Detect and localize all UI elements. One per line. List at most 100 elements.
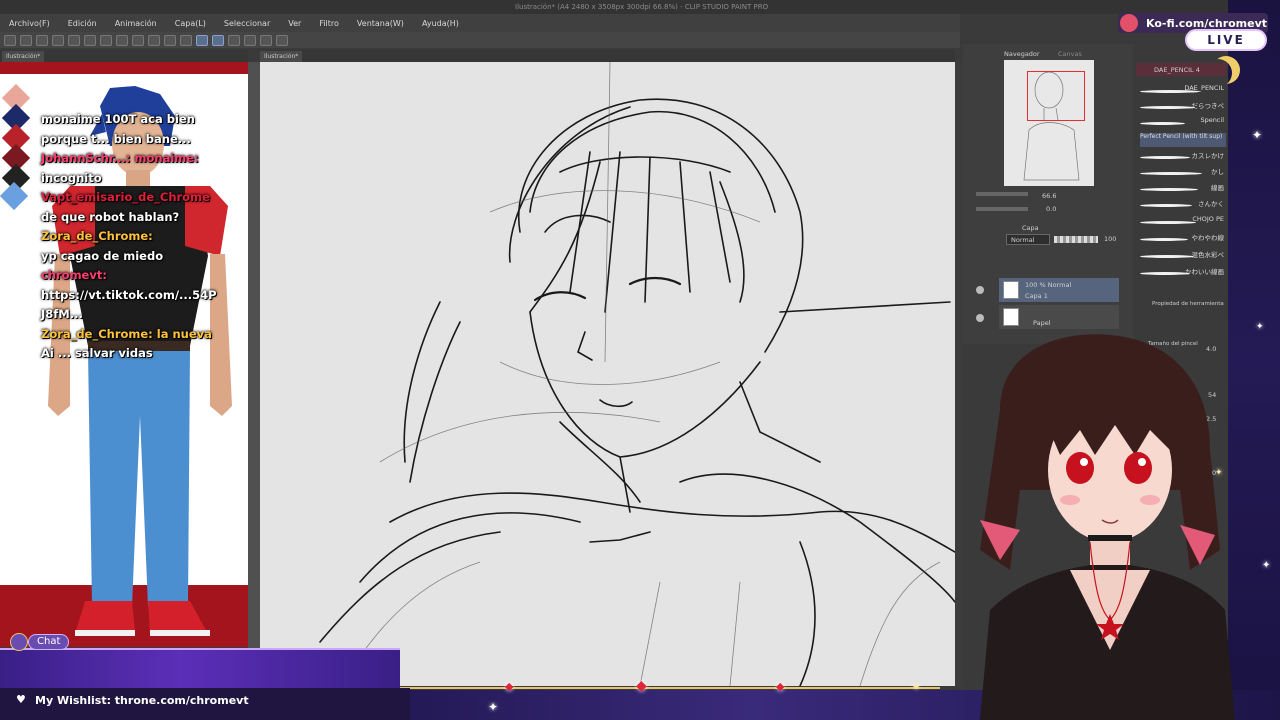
layer-panel-tab[interactable]: Capa [1022,224,1039,232]
brush-name: Spencil [1200,116,1224,124]
brush-name: 線画 [1211,184,1224,192]
chat-badge-label: Chat [37,636,61,647]
brush-item[interactable]: 線画 [1140,182,1226,196]
star-decoration: ✦ [1262,560,1271,571]
clear-icon[interactable] [180,34,192,46]
brush-name: Perfect Pencil (with tilt sup) [1140,133,1223,140]
brush-preview [1140,204,1192,207]
brush-item[interactable]: CHOJO PE [1140,215,1226,229]
brush-item[interactable]: Spencil [1140,116,1226,130]
chat-badge[interactable]: Chat [28,634,70,650]
vtuber-avatar [980,334,1235,720]
menu-animacion[interactable]: Animación [106,19,166,28]
invert-selection-icon[interactable] [164,34,176,46]
brush-preview [1140,122,1185,125]
undo-icon[interactable] [52,34,64,46]
brush-item[interactable]: さんかく [1140,198,1226,212]
canvas-tab[interactable]: Canvas [1058,50,1082,58]
zoom-slider[interactable] [976,192,1028,196]
brush-preview [1140,221,1196,224]
ruler-icon[interactable] [260,34,272,46]
brush-preview [1140,106,1195,109]
menu-ver[interactable]: Ver [279,19,310,28]
chat-line: yp cagao de miedo [41,248,164,263]
brush-item[interactable]: かわいい線画 [1140,266,1226,280]
layer-row-capa1[interactable]: 100 % Normal Capa 1 [999,278,1119,302]
save-icon[interactable] [36,34,48,46]
gift-icon: ♥ [16,693,26,706]
live-label: LIVE [1207,33,1245,47]
open-file-icon[interactable] [20,34,32,46]
gem-decoration: ◆ [636,678,647,694]
canvas-gutter [248,62,260,686]
menu-filtro[interactable]: Filtro [310,19,348,28]
pen-tool-icon[interactable] [196,34,208,46]
chat-line: JohannSchr...: monaime: [41,151,199,165]
kofi-cup-icon [1120,14,1138,32]
brush-preview [1140,172,1202,175]
navigator-view-box[interactable] [1027,71,1085,121]
layer-mode-label: 100 % Normal [1025,281,1072,289]
fill-icon[interactable] [100,34,112,46]
chat-line: Zora_de_Chrome: [41,229,153,243]
brush-preview [1140,238,1188,241]
eraser-tool-icon[interactable] [244,34,256,46]
brush-item[interactable]: 混色水彩ペ [1140,249,1226,263]
layer-name: Papel [1033,319,1051,327]
swatch-blue[interactable] [0,181,29,211]
brush-item[interactable]: かし [1140,166,1226,180]
blend-mode-select[interactable]: Normal [1006,234,1050,245]
brush-tool-icon[interactable] [228,34,240,46]
brush-preview [1140,255,1194,258]
chat-line: Zora_de_Chrome: la nueva [41,326,212,341]
transform-icon[interactable] [116,34,128,46]
star-decoration: ✦ [912,682,921,693]
brush-preview [1140,188,1198,191]
new-file-icon[interactable] [4,34,16,46]
gem-decoration: ◆ [505,680,514,693]
pencil-tool-icon[interactable] [212,34,224,46]
menu-archivo[interactable]: Archivo(F) [0,19,59,28]
canvas-document-tab[interactable]: Ilustración* [260,51,303,62]
chat-line: Vapt_emisario_de_Chrome [41,190,210,204]
brush-name: かし [1211,168,1224,176]
brush-item[interactable]: DAE_PENCIL [1140,84,1226,98]
brush-name: やわやわ線 [1191,234,1225,242]
title-bar: Ilustración* (A4 2480 x 3508px 300dpi 66… [0,0,1280,14]
brush-item[interactable]: やわやわ線 [1140,232,1226,246]
menu-seleccionar[interactable]: Seleccionar [215,19,279,28]
rotation-value: 0.0 [1046,205,1057,213]
help-icon[interactable] [276,34,288,46]
blend-mode-value: Normal [1011,236,1035,244]
drawing-canvas[interactable] [260,62,955,686]
brush-name: さんかく [1198,200,1224,208]
chat-line: incognito [41,170,102,185]
layer-visibility-eye-icon[interactable] [976,314,984,322]
deselect-icon[interactable] [148,34,160,46]
rotation-slider[interactable] [976,207,1028,211]
wishlist-text[interactable]: My Wishlist: throne.com/chromevt [35,694,249,707]
menu-capa[interactable]: Capa(L) [166,19,215,28]
opacity-slider[interactable] [1054,236,1098,243]
menu-ventana[interactable]: Ventana(W) [348,19,413,28]
menu-edicion[interactable]: Edición [59,19,106,28]
layer-visibility-eye-icon[interactable] [976,286,984,294]
layer-row-papel[interactable]: Papel [999,305,1119,329]
brush-item-selected[interactable]: Perfect Pencil (with tilt sup) [1140,133,1226,147]
brush-preview [1140,272,1190,275]
brush-item[interactable]: だらつきペ [1140,100,1226,114]
brush-name: カスレかけ [1191,152,1225,160]
navigator-tab[interactable]: Navegador [1004,50,1040,58]
settings-icon[interactable] [84,34,96,46]
brush-item[interactable]: カスレかけ [1140,150,1226,164]
crop-icon[interactable] [132,34,144,46]
zoom-value: 66.6 [1042,192,1057,200]
layer-thumbnail [1003,281,1019,299]
chat-line: J8fM... [41,307,83,321]
menu-ayuda[interactable]: Ayuda(H) [413,19,468,28]
opacity-value: 100 [1104,235,1117,243]
brush-name: だらつきペ [1191,102,1225,110]
redo-icon[interactable] [68,34,80,46]
chat-line: chromevt: [41,268,107,282]
left-document-tab[interactable]: Ilustración* [2,51,45,62]
